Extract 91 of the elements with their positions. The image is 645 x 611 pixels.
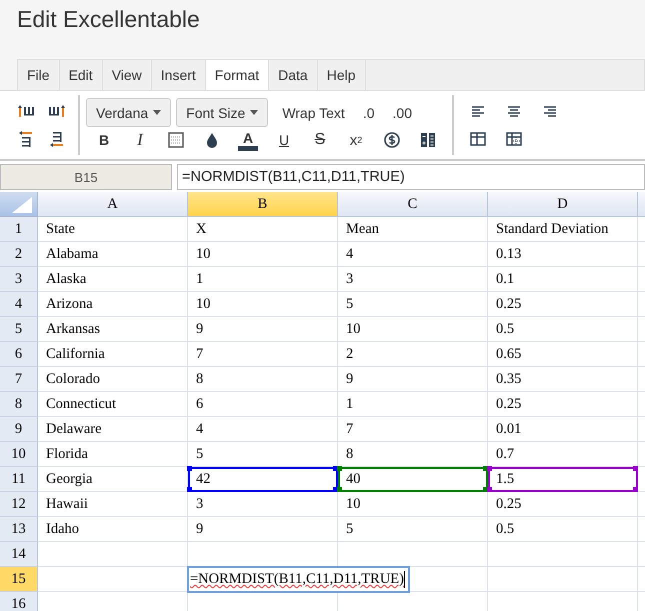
menu-tab[interactable]: Format	[206, 60, 270, 90]
table-cell: 7	[338, 417, 488, 442]
row-header[interactable]: 15	[0, 567, 38, 592]
table-cell: 1	[188, 267, 338, 292]
table-cell: 9	[338, 367, 488, 392]
table-cell: Florida	[38, 442, 188, 467]
row-header[interactable]: 8	[0, 392, 38, 417]
table-cell: 0.5	[488, 517, 638, 542]
borders-icon[interactable]	[166, 131, 186, 149]
table-cell: 7	[188, 342, 338, 367]
table-cell: 0.35	[488, 367, 638, 392]
row-header[interactable]: 4	[0, 292, 38, 317]
table-cell: 5	[338, 517, 488, 542]
dollar-icon[interactable]	[382, 131, 402, 149]
strikethrough-button[interactable]: S	[302, 127, 338, 153]
table-cell: 8	[188, 367, 338, 392]
row-header[interactable]: 3	[0, 267, 38, 292]
table-cell: Arizona	[38, 292, 188, 317]
window-title: Edit Excellentable	[17, 6, 200, 32]
table-cell: X	[188, 217, 338, 242]
table-cell: 3	[338, 267, 488, 292]
table-cell: 3	[188, 492, 338, 517]
bold-button[interactable]: B	[86, 127, 122, 153]
table-cell: Colorado	[38, 367, 188, 392]
referenced-cell: 40	[338, 467, 488, 492]
table-cell: 0.25	[488, 292, 638, 317]
cell-editor[interactable]: =NORMDIST(B11,C11,D11,TRUE)	[187, 566, 410, 593]
table-cell: Delaware	[38, 417, 188, 442]
table-cell: 0.65	[488, 342, 638, 367]
caret-icon	[153, 110, 162, 115]
table-cell: 0.25	[488, 492, 638, 517]
table-cell: 10	[188, 242, 338, 267]
cell-name-box[interactable]: B15	[0, 164, 172, 190]
row-header[interactable]: 6	[0, 342, 38, 367]
column-header[interactable]: C	[338, 192, 488, 217]
underline-button[interactable]: U	[266, 127, 302, 153]
table-icon[interactable]	[468, 130, 488, 148]
table-cell: 10	[338, 492, 488, 517]
table-cell: Mean	[338, 217, 488, 242]
toolbar-button[interactable]: Wrap Text	[273, 98, 354, 127]
row-header[interactable]: 9	[0, 417, 38, 442]
column-header[interactable]: B	[188, 192, 338, 217]
row-header[interactable]: 12	[0, 492, 38, 517]
table-cell: Alaska	[38, 267, 188, 292]
table-cell: State	[38, 217, 188, 242]
table-cell: Alabama	[38, 242, 188, 267]
dropdown-button[interactable]: Font Size	[176, 98, 268, 127]
table-cell: 0.13	[488, 242, 638, 267]
table-icon[interactable]	[504, 130, 524, 148]
column-header[interactable]: D	[488, 192, 638, 217]
superscript-button[interactable]: x$^{2}$	[338, 127, 374, 153]
referenced-cell: 42	[188, 467, 338, 492]
column-header[interactable]: A	[38, 192, 188, 217]
table-cell: Arkansas	[38, 317, 188, 342]
table-cell: 9	[188, 317, 338, 342]
table-cell: 1	[338, 392, 488, 417]
toolbar-button[interactable]: .0	[354, 98, 384, 127]
table-cell: 0.1	[488, 267, 638, 292]
table-cell: Idaho	[38, 517, 188, 542]
grid-icon[interactable]	[418, 131, 438, 149]
table-cell: 2	[338, 342, 488, 367]
table-cell: 10	[338, 317, 488, 342]
table-cell: California	[38, 342, 188, 367]
row-header[interactable]: 5	[0, 317, 38, 342]
referenced-cell: 1.5	[488, 467, 638, 492]
italic-button[interactable]: I	[122, 127, 158, 153]
table-cell: Hawaii	[38, 492, 188, 517]
toolbar-button[interactable]: .00	[384, 98, 421, 127]
row-header[interactable]: 10	[0, 442, 38, 467]
table-cell: 0.25	[488, 392, 638, 417]
row-header[interactable]: 7	[0, 367, 38, 392]
caret-icon	[250, 110, 258, 115]
table-cell: 4	[188, 417, 338, 442]
table-cell: 10	[188, 292, 338, 317]
table-cell: 0.01	[488, 417, 638, 442]
row-header[interactable]: 16	[0, 592, 38, 611]
table-cell: 0.5	[488, 317, 638, 342]
row-header[interactable]: 1	[0, 217, 38, 242]
row-header[interactable]: 13	[0, 517, 38, 542]
row-header[interactable]: 11	[0, 467, 38, 492]
formula-field[interactable]: =NORMDIST(B11,C11,D11,TRUE)	[177, 164, 645, 190]
table-cell: Standard Deviation	[488, 217, 638, 242]
table-cell: Connecticut	[38, 392, 188, 417]
font-color-button[interactable]: A	[238, 129, 258, 151]
row-header[interactable]: 14	[0, 542, 38, 567]
table-cell: 4	[338, 242, 488, 267]
row-header[interactable]: 2	[0, 242, 38, 267]
table-cell: 5	[338, 292, 488, 317]
table-cell: 6	[188, 392, 338, 417]
dropdown-button[interactable]: Verdana	[86, 98, 172, 127]
table-cell: 9	[188, 517, 338, 542]
